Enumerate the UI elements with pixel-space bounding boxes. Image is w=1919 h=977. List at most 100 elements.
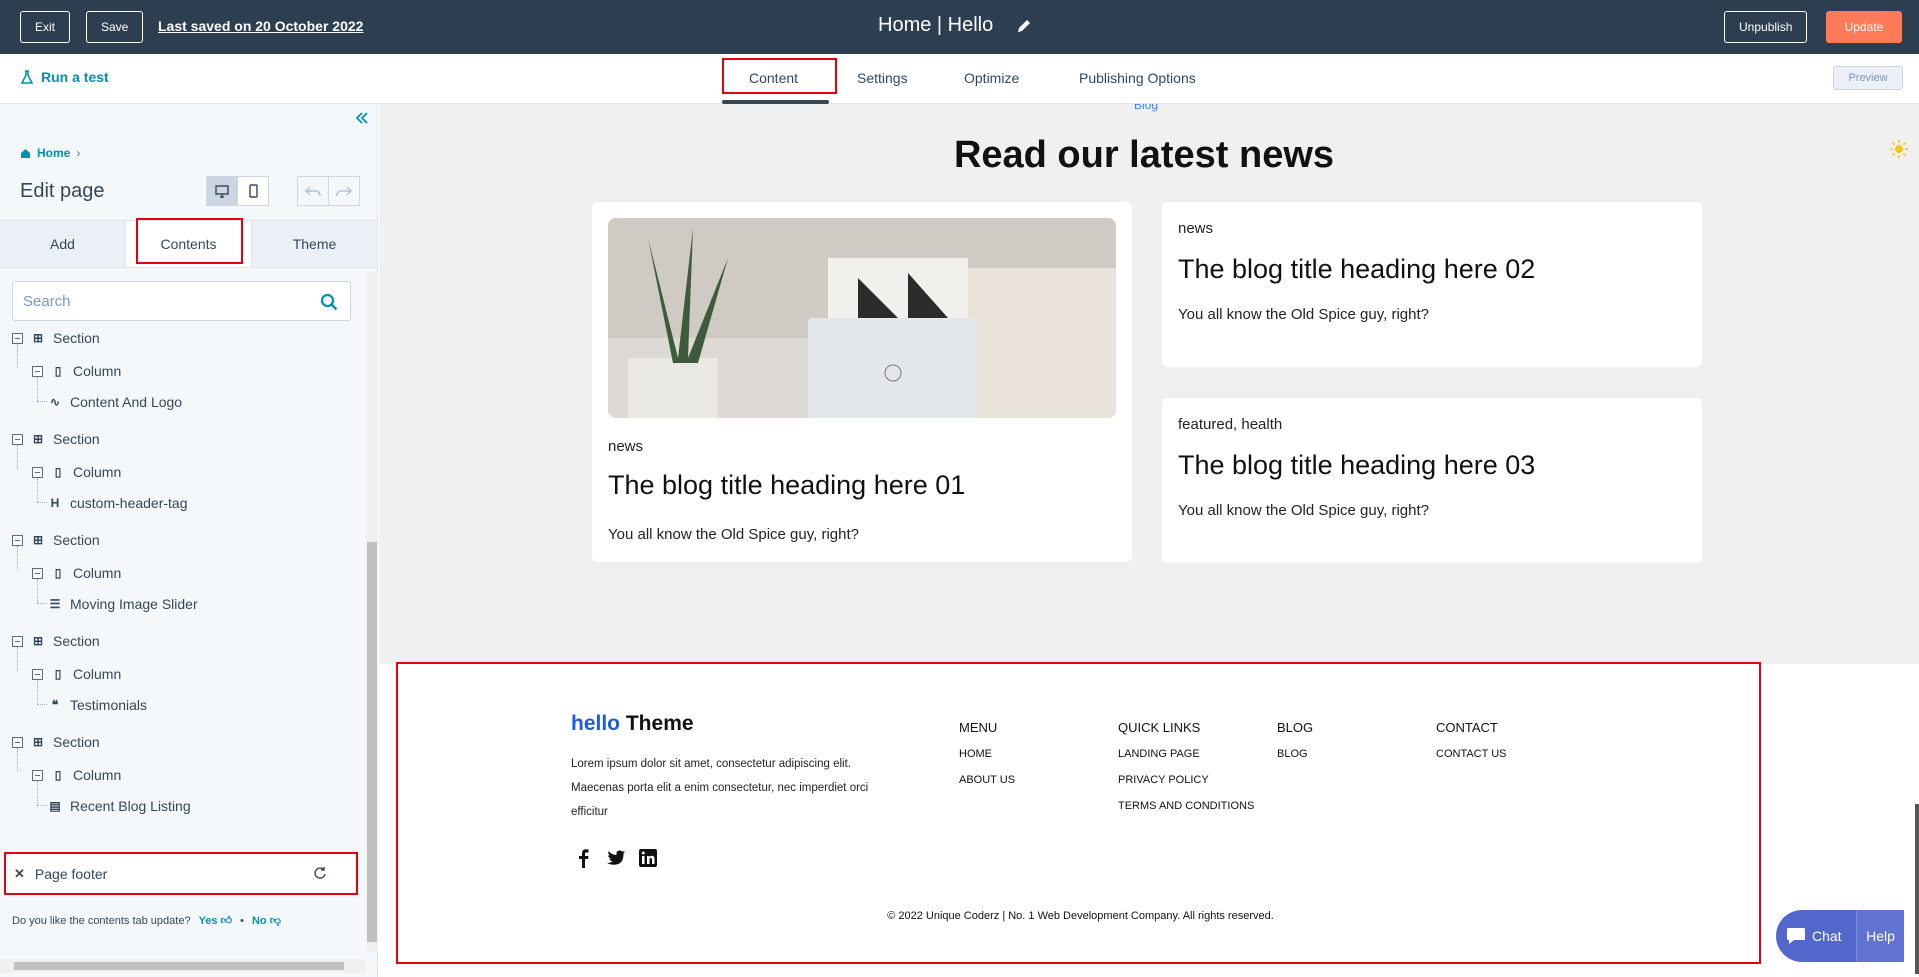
scrollbar-thumb[interactable] (14, 962, 344, 970)
recent-blog-section[interactable]: Blog Read our latest news news The blog … (379, 104, 1919, 664)
desktop-icon (215, 184, 229, 198)
blog-card-excerpt: You all know the Old Spice guy, right? (608, 526, 859, 543)
tree-column[interactable]: ▯ Column (32, 666, 121, 682)
tree-module[interactable]: ☰ Moving Image Slider (48, 596, 198, 612)
tree-column[interactable]: ▯ Column (32, 363, 121, 379)
tree-module[interactable]: H custom-header-tag (48, 495, 188, 511)
tree-line (17, 647, 18, 671)
collapse-toggle-icon[interactable] (12, 433, 23, 445)
tree-line (37, 377, 38, 401)
collapse-sidebar-icon[interactable] (354, 110, 370, 126)
section-icon: ⊞ (32, 735, 44, 749)
home-icon (21, 148, 30, 158)
search-input[interactable] (13, 282, 293, 320)
thumbs-down-icon: 👎︎ (269, 915, 281, 927)
sidebar: Home › Edit page Add Contents Theme ⊞ Se… (0, 104, 378, 977)
tree-section[interactable]: ⊞ Section (12, 633, 100, 649)
column-icon: ▯ (54, 667, 62, 681)
blog-card-image (608, 218, 1116, 418)
scrollbar-thumb[interactable] (367, 542, 377, 942)
tree-module[interactable]: ▤ Recent Blog Listing (48, 798, 190, 814)
tab-publishing-options[interactable]: Publishing Options (1079, 70, 1196, 86)
reset-icon[interactable] (313, 866, 327, 880)
linkedin-icon[interactable] (638, 848, 658, 868)
update-button[interactable]: Update (1826, 11, 1902, 43)
close-icon[interactable]: ✕ (14, 866, 25, 882)
save-button[interactable]: Save (86, 11, 144, 43)
laptop-plant-image (608, 218, 1116, 418)
collapse-toggle-icon[interactable] (12, 736, 23, 748)
blog-card-title[interactable]: The blog title heading here 03 (1178, 450, 1535, 481)
tree-line (17, 546, 18, 570)
collapse-toggle-icon[interactable] (12, 635, 23, 647)
tree-column[interactable]: ▯ Column (32, 464, 121, 480)
search-icon[interactable] (320, 293, 338, 311)
breadcrumb[interactable]: Home › (20, 146, 80, 160)
blog-card[interactable]: featured, health The blog title heading … (1162, 398, 1702, 563)
footer-link[interactable]: CONTACT US (1436, 748, 1507, 760)
collapse-toggle-icon[interactable] (12, 332, 23, 344)
feedback-yes[interactable]: Yes 👍︎ (199, 914, 233, 927)
facebook-icon[interactable] (574, 848, 594, 868)
footer-link[interactable]: LANDING PAGE (1118, 748, 1200, 760)
sidebar-tab-add[interactable]: Add (0, 221, 126, 267)
chevron-right-icon: › (76, 146, 81, 160)
tree-page-footer[interactable]: ✕ Page footer (4, 852, 358, 895)
blog-tag: Blog (1134, 104, 1159, 112)
tree-column[interactable]: ▯ Column (32, 767, 121, 783)
unpublish-button[interactable]: Unpublish (1724, 11, 1808, 43)
exit-button[interactable]: Exit (20, 11, 71, 43)
twitter-icon[interactable] (606, 848, 626, 868)
blog-card[interactable]: news The blog title heading here 01 You … (592, 202, 1132, 562)
canvas-scrollbar[interactable] (1915, 804, 1919, 974)
dot-separator: • (240, 914, 244, 927)
footer-link[interactable]: TERMS AND CONDITIONS (1118, 800, 1254, 812)
footer-link[interactable]: ABOUT US (959, 774, 1015, 786)
preview-button[interactable]: Preview (1833, 66, 1903, 90)
collapse-toggle-icon[interactable] (32, 567, 43, 579)
page-footer[interactable]: hello Theme Lorem ipsum dolor sit amet, … (396, 662, 1761, 964)
tree-module[interactable]: ∿ Content And Logo (48, 394, 182, 410)
tree-section[interactable]: ⊞ Section (12, 431, 100, 447)
collapse-toggle-icon[interactable] (32, 365, 43, 377)
contents-tree: ⊞ Section ▯ Column ∿ Content And Logo ⊞ … (0, 326, 365, 846)
tab-optimize[interactable]: Optimize (964, 70, 1019, 86)
tree-section[interactable]: ⊞ Section (12, 734, 100, 750)
last-saved-link[interactable]: Last saved on 20 October 2022 (158, 18, 363, 34)
zigzag-icon: ∿ (49, 395, 61, 409)
chat-button[interactable]: Chat (1776, 927, 1856, 945)
collapse-toggle-icon[interactable] (12, 534, 23, 546)
blog-card-title[interactable]: The blog title heading here 01 (608, 470, 965, 501)
sidebar-horizontal-scrollbar[interactable] (0, 959, 366, 973)
undo-button[interactable] (297, 176, 329, 206)
tree-section[interactable]: ⊞ Section (12, 532, 100, 548)
footer-link[interactable]: BLOG (1277, 748, 1308, 760)
footer-link[interactable]: HOME (959, 748, 992, 760)
mobile-view-button[interactable] (237, 176, 269, 206)
chat-widget[interactable]: Chat Help (1776, 910, 1904, 962)
sun-icon[interactable] (1890, 140, 1908, 158)
tree-section[interactable]: ⊞ Section (12, 330, 100, 346)
blog-card-category: news (608, 438, 644, 455)
blog-card-title[interactable]: The blog title heading here 02 (1178, 254, 1535, 285)
collapse-toggle-icon[interactable] (32, 466, 43, 478)
run-test-link[interactable]: Run a test (21, 69, 109, 85)
redo-button[interactable] (328, 176, 360, 206)
blog-card[interactable]: news The blog title heading here 02 You … (1162, 202, 1702, 367)
footer-link[interactable]: PRIVACY POLICY (1118, 774, 1209, 786)
tab-settings[interactable]: Settings (857, 70, 908, 86)
blog-card-category: featured, health (1178, 416, 1283, 433)
footer-menu-heading: MENU (959, 720, 998, 735)
desktop-view-button[interactable] (206, 176, 238, 206)
sidebar-tab-theme[interactable]: Theme (252, 221, 378, 267)
undo-icon (305, 186, 321, 197)
help-button[interactable]: Help (1856, 910, 1904, 962)
sidebar-scrollbar[interactable] (366, 272, 378, 952)
tree-module[interactable]: ❝ Testimonials (48, 697, 147, 713)
tree-column[interactable]: ▯ Column (32, 565, 121, 581)
footer-logo[interactable]: hello Theme (571, 712, 694, 736)
feedback-no[interactable]: No 👎︎ (252, 914, 281, 927)
pencil-icon[interactable] (1016, 18, 1032, 34)
collapse-toggle-icon[interactable] (32, 769, 43, 781)
collapse-toggle-icon[interactable] (32, 668, 43, 680)
